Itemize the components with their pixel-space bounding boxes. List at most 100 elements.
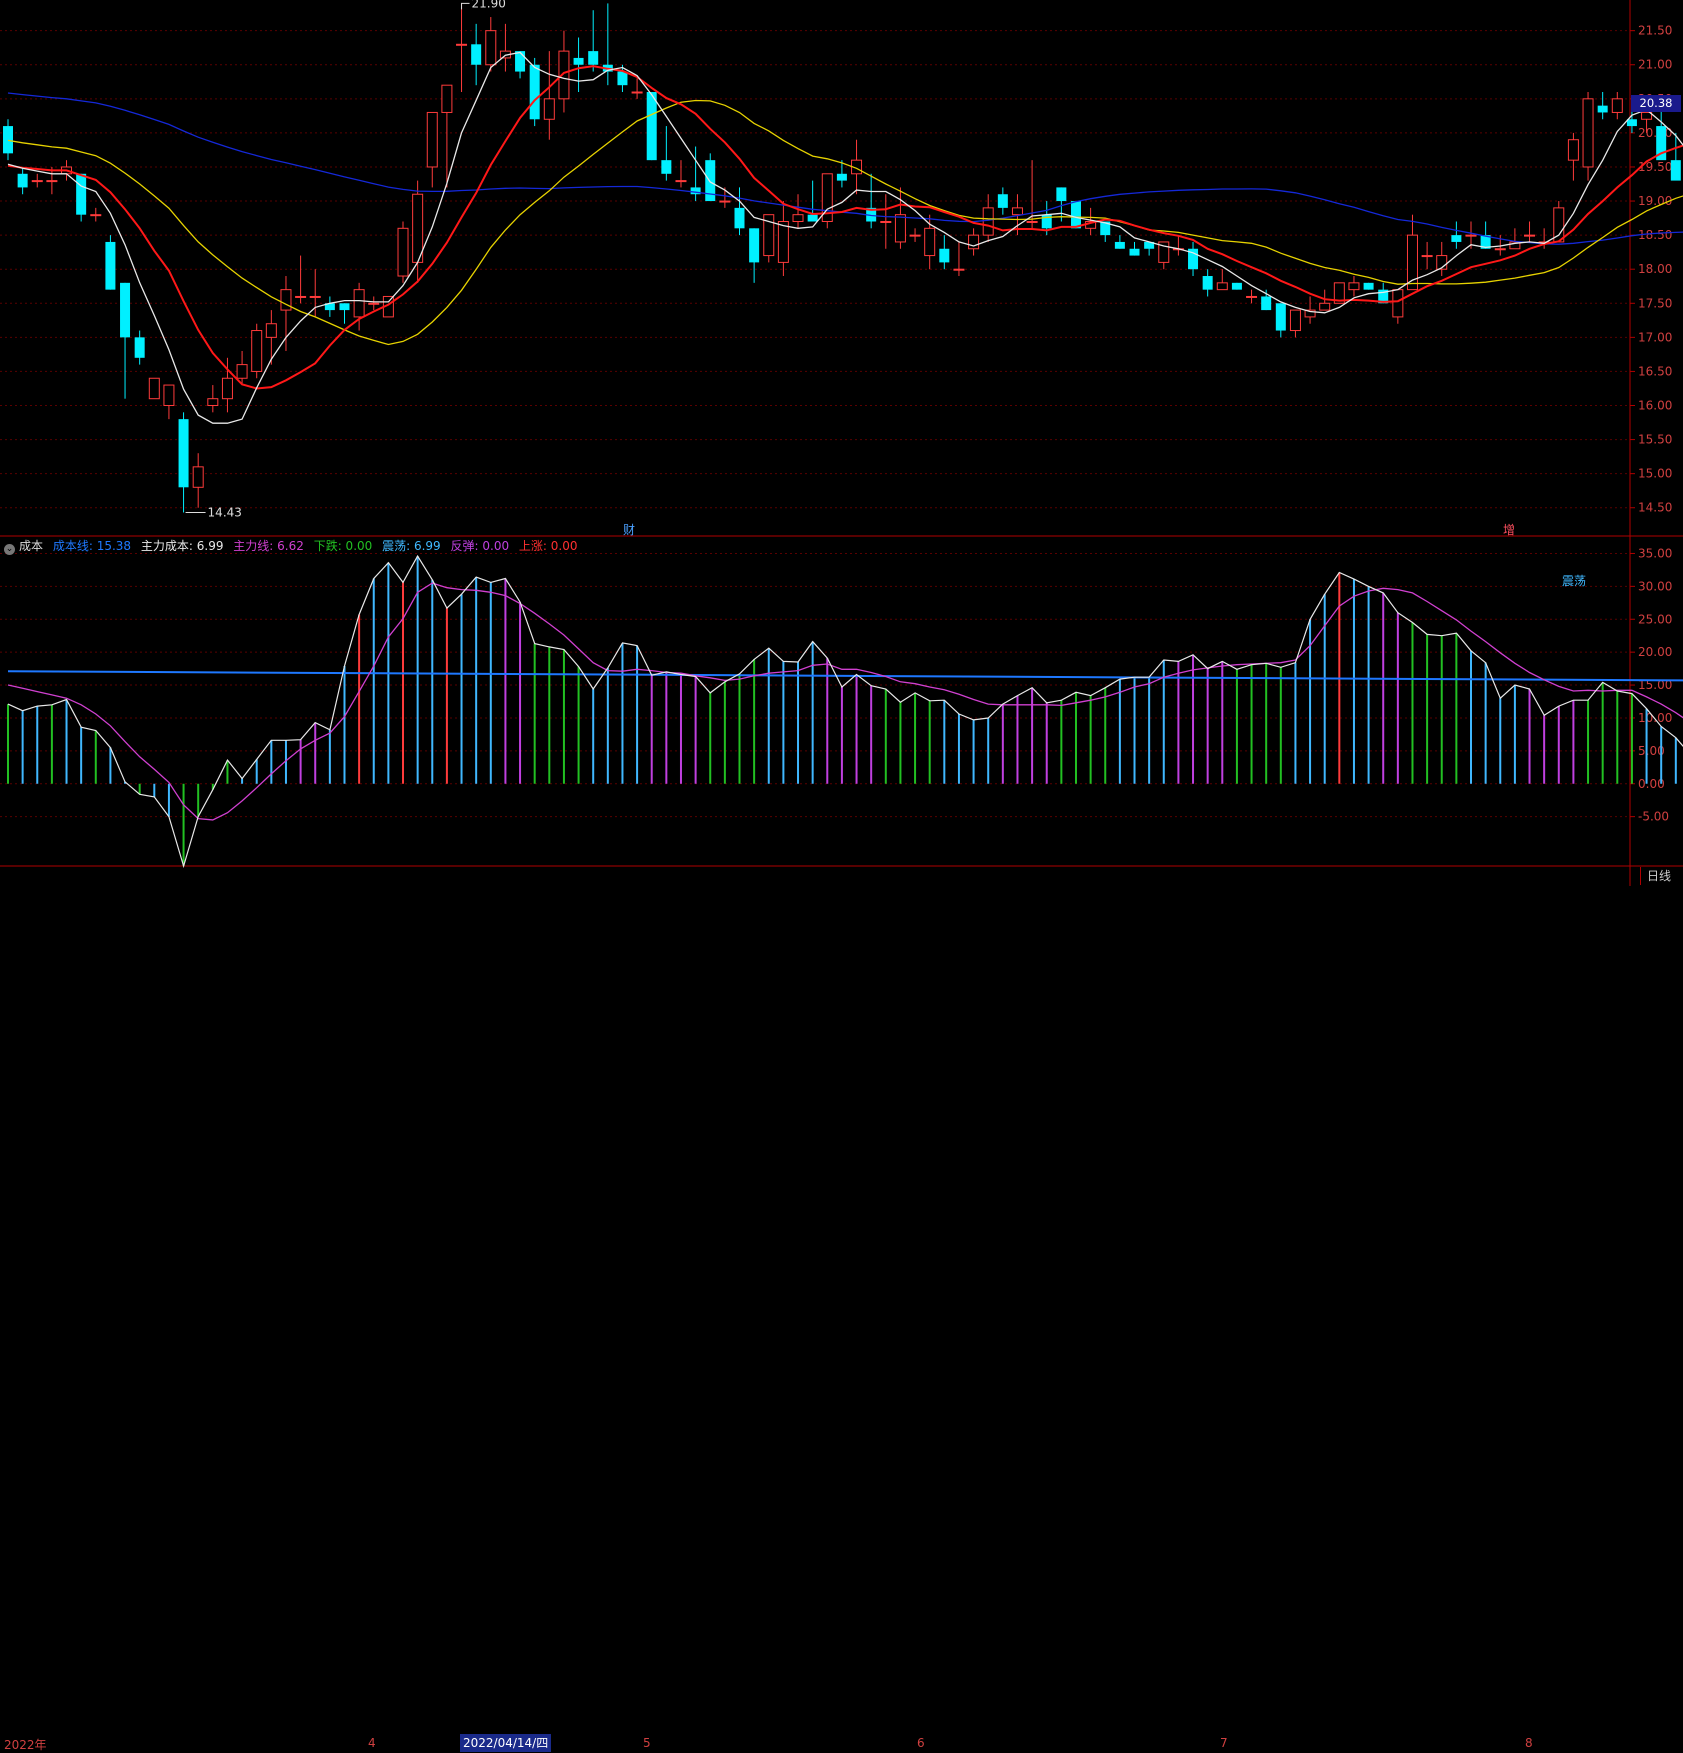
candle-body bbox=[1392, 289, 1404, 318]
candle-body bbox=[1524, 234, 1536, 237]
x-label-2022: 2022年 bbox=[4, 1738, 47, 1752]
event-tag-increase[interactable]: 增 bbox=[1503, 521, 1515, 538]
candle-body bbox=[807, 214, 818, 222]
candle-body bbox=[661, 160, 672, 174]
candle-body bbox=[207, 398, 219, 407]
candle-body bbox=[734, 207, 745, 229]
candle-body bbox=[178, 419, 189, 488]
indicator-tick-label: 25.00 bbox=[1638, 612, 1672, 626]
candle-body bbox=[280, 289, 292, 311]
main-cost-line bbox=[7, 554, 1683, 869]
candle-body bbox=[236, 364, 248, 379]
candle-body bbox=[397, 227, 409, 277]
candle-body bbox=[485, 30, 497, 66]
price-tick-label: 21.50 bbox=[1638, 24, 1672, 38]
candle-body bbox=[617, 71, 628, 86]
x-label-selected-date: 2022/04/14/四 bbox=[460, 1734, 552, 1752]
main-force-line bbox=[7, 582, 1683, 821]
candle-body bbox=[631, 91, 643, 94]
candle-body bbox=[1070, 201, 1081, 229]
candle-body bbox=[17, 173, 28, 188]
candle-body bbox=[1056, 187, 1067, 202]
legend-falling: 下跌: 0.00 bbox=[313, 539, 373, 553]
candle-body bbox=[105, 241, 116, 290]
candle-body bbox=[46, 180, 58, 183]
candle-body bbox=[1011, 207, 1023, 216]
candle-body bbox=[251, 330, 263, 372]
indicator-tick-label: 10.00 bbox=[1638, 711, 1672, 725]
legend-oscillating: 震荡: 6.99 bbox=[382, 539, 441, 553]
candle-body bbox=[1114, 241, 1125, 249]
price-tick-label: 16.00 bbox=[1638, 399, 1672, 413]
candle-body bbox=[1421, 255, 1433, 258]
candle-body bbox=[1451, 235, 1462, 242]
price-tick-label: 15.50 bbox=[1638, 433, 1672, 447]
candle-body bbox=[471, 44, 482, 65]
high-price-label: 21.90 bbox=[472, 0, 506, 10]
candle-body bbox=[31, 180, 43, 183]
candle-body bbox=[792, 214, 804, 222]
price-tick-label: 18.00 bbox=[1638, 262, 1672, 276]
candle-body bbox=[76, 173, 87, 215]
candle-body bbox=[1363, 282, 1374, 290]
candle-body bbox=[1494, 248, 1506, 251]
x-label-aug: 8 bbox=[1525, 1736, 1533, 1750]
candle-body bbox=[749, 228, 760, 263]
price-tick-label: 19.00 bbox=[1638, 194, 1672, 208]
price-tick-label: 17.00 bbox=[1638, 330, 1672, 344]
price-tick-label: 17.50 bbox=[1638, 296, 1672, 310]
candle-body bbox=[120, 282, 131, 338]
candle-body bbox=[90, 214, 102, 217]
candle-body bbox=[675, 180, 687, 183]
price-tick-label: 14.50 bbox=[1638, 501, 1672, 515]
candle-body bbox=[295, 295, 307, 298]
candle-body bbox=[924, 227, 936, 257]
candle-body bbox=[543, 98, 555, 120]
candle-body bbox=[515, 51, 526, 72]
candle-body bbox=[939, 248, 950, 263]
candle-body bbox=[777, 220, 789, 263]
candle-body bbox=[192, 466, 204, 488]
candles-group bbox=[3, 3, 1681, 513]
legend-main-cost: 主力成本: 6.99 bbox=[140, 539, 224, 553]
period-daily-button[interactable]: 日线 bbox=[1640, 867, 1683, 885]
price-tick-label: 19.50 bbox=[1638, 160, 1672, 174]
candle-body bbox=[163, 384, 175, 407]
indicator-name[interactable]: 成本 bbox=[19, 539, 43, 553]
candle-body bbox=[1582, 98, 1594, 168]
candle-body bbox=[1026, 220, 1038, 223]
x-label-may: 5 bbox=[643, 1736, 651, 1750]
x-label-apr: 4 bbox=[368, 1736, 376, 1750]
candle-body bbox=[1246, 295, 1258, 298]
price-tick-label: 15.00 bbox=[1638, 467, 1672, 481]
candle-body bbox=[441, 84, 453, 113]
low-price-label: 14.43 bbox=[208, 506, 242, 520]
candle-body bbox=[909, 234, 921, 237]
indicator-tick-label: 30.00 bbox=[1638, 579, 1672, 593]
candle-body bbox=[134, 337, 145, 358]
candle-body bbox=[894, 214, 906, 243]
candle-body bbox=[1406, 234, 1418, 291]
price-tick-label: 21.00 bbox=[1638, 58, 1672, 72]
stock-chart-window: 14.50 15.00 15.50 16.00 16.50 17.00 17.50 18.00… bbox=[0, 0, 1683, 1752]
candle-body bbox=[953, 268, 965, 271]
chevron-down-icon[interactable]: ⌄ bbox=[4, 544, 15, 555]
candle-body bbox=[426, 111, 438, 168]
cost-line bbox=[7, 670, 1683, 682]
phase-label: 震荡 bbox=[1562, 574, 1587, 588]
candle-body bbox=[836, 173, 847, 181]
candle-body bbox=[368, 302, 380, 305]
chart-canvas[interactable]: 14.50 15.00 15.50 16.00 16.50 17.00 17.50 18.00… bbox=[0, 0, 1683, 886]
candle-body bbox=[1641, 111, 1653, 120]
candle-body bbox=[1670, 160, 1681, 181]
candle-body bbox=[997, 194, 1008, 208]
candle-body bbox=[588, 51, 599, 65]
candle-body bbox=[1611, 98, 1623, 113]
candle-body bbox=[529, 64, 540, 120]
candle-body bbox=[1275, 303, 1286, 331]
x-label-jul: 7 bbox=[1220, 1736, 1228, 1750]
candle-body bbox=[1129, 248, 1140, 256]
candle-body bbox=[968, 234, 980, 250]
event-tag-finance[interactable]: 财 bbox=[623, 521, 635, 538]
candle-body bbox=[982, 207, 994, 236]
